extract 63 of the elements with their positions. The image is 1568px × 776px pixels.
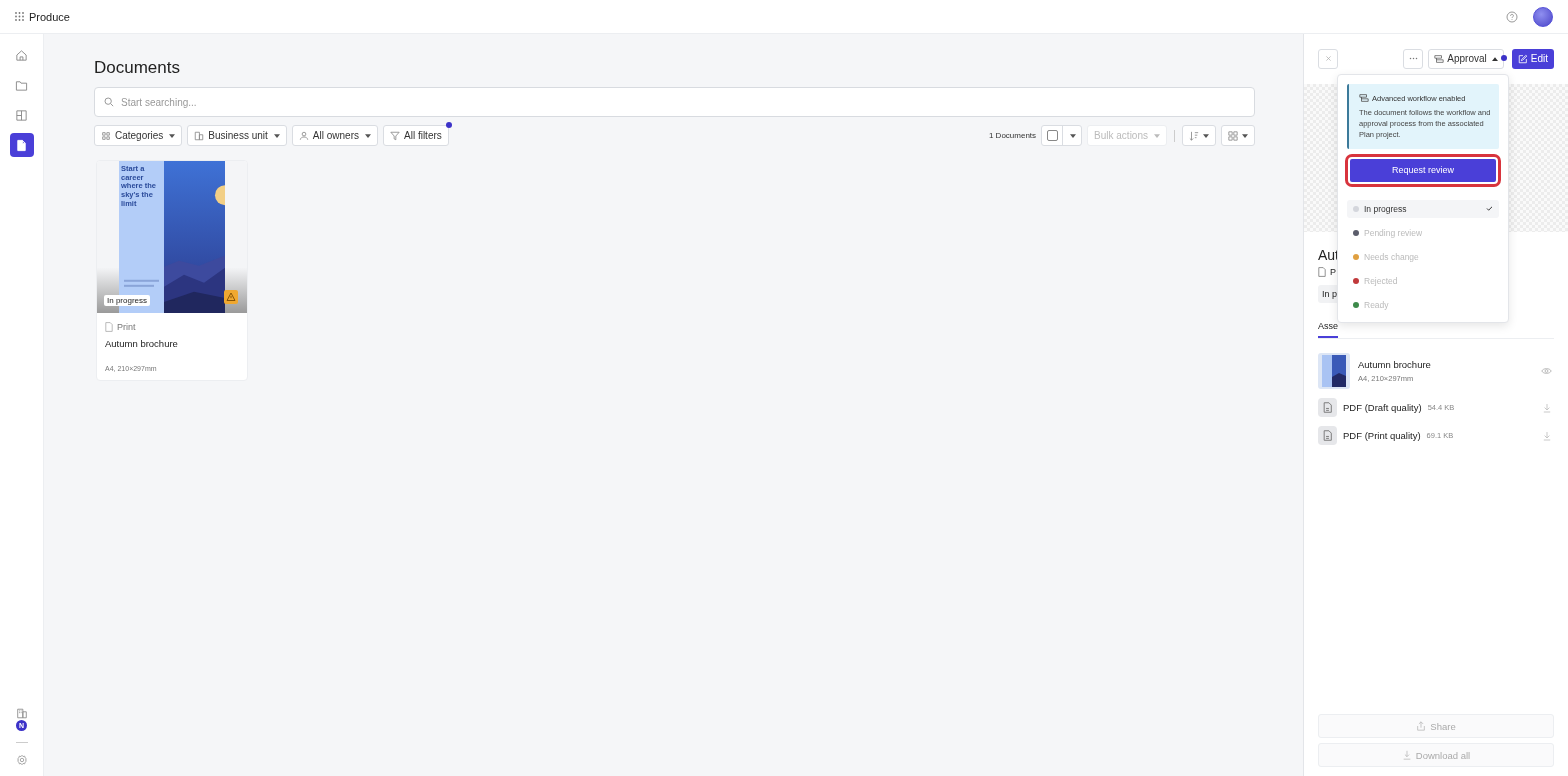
select-all-control[interactable] bbox=[1041, 125, 1083, 146]
caret-icon bbox=[169, 133, 176, 138]
page-title: Documents bbox=[94, 58, 181, 78]
all-filters-button[interactable]: All filters bbox=[383, 125, 449, 146]
app-title: Produce bbox=[29, 10, 70, 23]
edit-icon bbox=[1517, 53, 1528, 64]
user-avatar[interactable] bbox=[1533, 6, 1553, 27]
file-icon bbox=[1318, 398, 1337, 417]
asset-name: PDF (Print quality) bbox=[1343, 430, 1421, 441]
download-icon[interactable] bbox=[1543, 430, 1551, 441]
home-icon bbox=[15, 48, 28, 62]
document-count: 1 Documents bbox=[988, 131, 1037, 140]
asset-name: PDF (Draft quality) bbox=[1343, 402, 1422, 413]
edit-button[interactable]: Edit bbox=[1511, 48, 1554, 69]
workflow-icon bbox=[1359, 93, 1369, 103]
filter-icon bbox=[390, 130, 400, 141]
caret-icon bbox=[1070, 133, 1077, 138]
more-button[interactable] bbox=[1403, 48, 1424, 69]
close-button[interactable] bbox=[1318, 48, 1338, 69]
layout-icon bbox=[15, 108, 28, 122]
caret-icon bbox=[273, 133, 280, 138]
sort-icon bbox=[1189, 130, 1199, 141]
search-field[interactable]: Start searching... bbox=[94, 87, 1255, 117]
document-type: Print bbox=[117, 322, 136, 332]
share-icon bbox=[1416, 721, 1427, 731]
workflow-icon bbox=[1434, 53, 1445, 64]
categories-icon bbox=[101, 130, 111, 141]
sort-dropdown[interactable] bbox=[1182, 125, 1216, 146]
filter-dropdown[interactable]: Business unit bbox=[187, 125, 287, 146]
document-icon bbox=[15, 138, 28, 152]
document-name: Autumn brochure bbox=[105, 338, 179, 349]
close-icon bbox=[1324, 55, 1332, 62]
document-icon bbox=[105, 322, 113, 332]
file-icon bbox=[1318, 426, 1337, 445]
caret-icon bbox=[1154, 133, 1160, 138]
check-icon bbox=[1486, 206, 1493, 212]
app-grid-icon[interactable] bbox=[15, 12, 24, 21]
status-option[interactable]: In progress bbox=[1347, 199, 1499, 218]
help-icon[interactable] bbox=[1506, 10, 1518, 23]
settings-icon[interactable] bbox=[15, 754, 28, 766]
filter-dropdown[interactable]: Categories bbox=[94, 125, 183, 146]
nav-button[interactable] bbox=[9, 133, 34, 157]
document-icon bbox=[1318, 267, 1326, 277]
caret-icon bbox=[1242, 133, 1248, 138]
search-icon bbox=[104, 97, 114, 107]
building-icon bbox=[194, 130, 205, 141]
caret-icon bbox=[1491, 56, 1498, 61]
grid-icon bbox=[1228, 130, 1238, 141]
document-type: P bbox=[1330, 267, 1336, 277]
folder-icon bbox=[15, 78, 28, 92]
approval-dropdown[interactable]: Approval bbox=[1428, 48, 1504, 69]
caret-icon bbox=[1203, 133, 1209, 138]
request-review-button[interactable]: Request review bbox=[1348, 156, 1498, 184]
workspace-icon[interactable] bbox=[15, 708, 28, 719]
caret-icon bbox=[365, 133, 371, 138]
asset-name: Autumn brochure bbox=[1358, 359, 1431, 370]
person-icon bbox=[298, 130, 309, 141]
download-icon[interactable] bbox=[1543, 402, 1551, 413]
download-icon bbox=[1401, 750, 1412, 760]
filter-dropdown[interactable]: All owners bbox=[291, 125, 378, 146]
view-dropdown[interactable] bbox=[1221, 125, 1255, 146]
eye-icon[interactable] bbox=[1541, 367, 1552, 375]
status-label: In progress bbox=[104, 295, 151, 306]
